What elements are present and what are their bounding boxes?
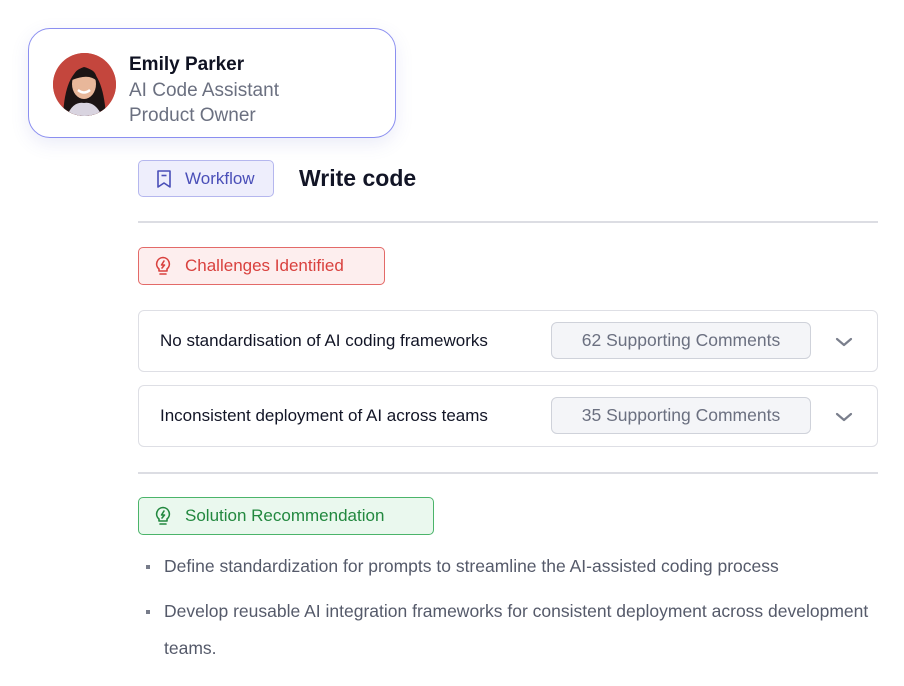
supporting-comments-badge[interactable]: 62 Supporting Comments [551, 322, 811, 359]
challenges-tag: Challenges Identified [138, 247, 385, 285]
solution-list: Define standardization for prompts to st… [146, 548, 886, 667]
solution-item: Develop reusable AI integration framewor… [146, 593, 886, 667]
solution-item-text: Define standardization for prompts to st… [164, 556, 779, 576]
solution-tag: Solution Recommendation [138, 497, 434, 535]
profile-role-secondary: Product Owner [129, 105, 256, 126]
challenge-row[interactable]: No standardisation of AI coding framewor… [138, 310, 878, 372]
challenge-text: No standardisation of AI coding framewor… [160, 331, 488, 350]
profile-card: Emily Parker AI Code Assistant Product O… [28, 28, 396, 138]
workflow-title: Write code [299, 165, 417, 191]
divider [138, 221, 878, 223]
bookmark-icon [153, 168, 175, 190]
chevron-down-icon[interactable] [833, 331, 855, 353]
challenge-row[interactable]: Inconsistent deployment of AI across tea… [138, 385, 878, 447]
solution-item-text: Develop reusable AI integration framewor… [164, 601, 869, 658]
solution-item: Define standardization for prompts to st… [146, 548, 886, 585]
challenges-tag-label: Challenges Identified [185, 256, 344, 275]
supporting-comments-badge[interactable]: 35 Supporting Comments [551, 397, 811, 434]
lightbulb-icon [152, 505, 174, 527]
profile-role: AI Code Assistant [129, 80, 279, 101]
divider [138, 472, 878, 474]
chevron-down-icon[interactable] [833, 406, 855, 428]
avatar [53, 53, 116, 116]
bullet [146, 565, 150, 569]
bullet [146, 610, 150, 614]
lightbulb-icon [152, 255, 174, 277]
workflow-tag: Workflow [138, 160, 274, 197]
solution-tag-label: Solution Recommendation [185, 506, 385, 525]
profile-name: Emily Parker [129, 54, 245, 75]
challenge-text: Inconsistent deployment of AI across tea… [160, 406, 488, 425]
workflow-tag-label: Workflow [185, 168, 255, 188]
